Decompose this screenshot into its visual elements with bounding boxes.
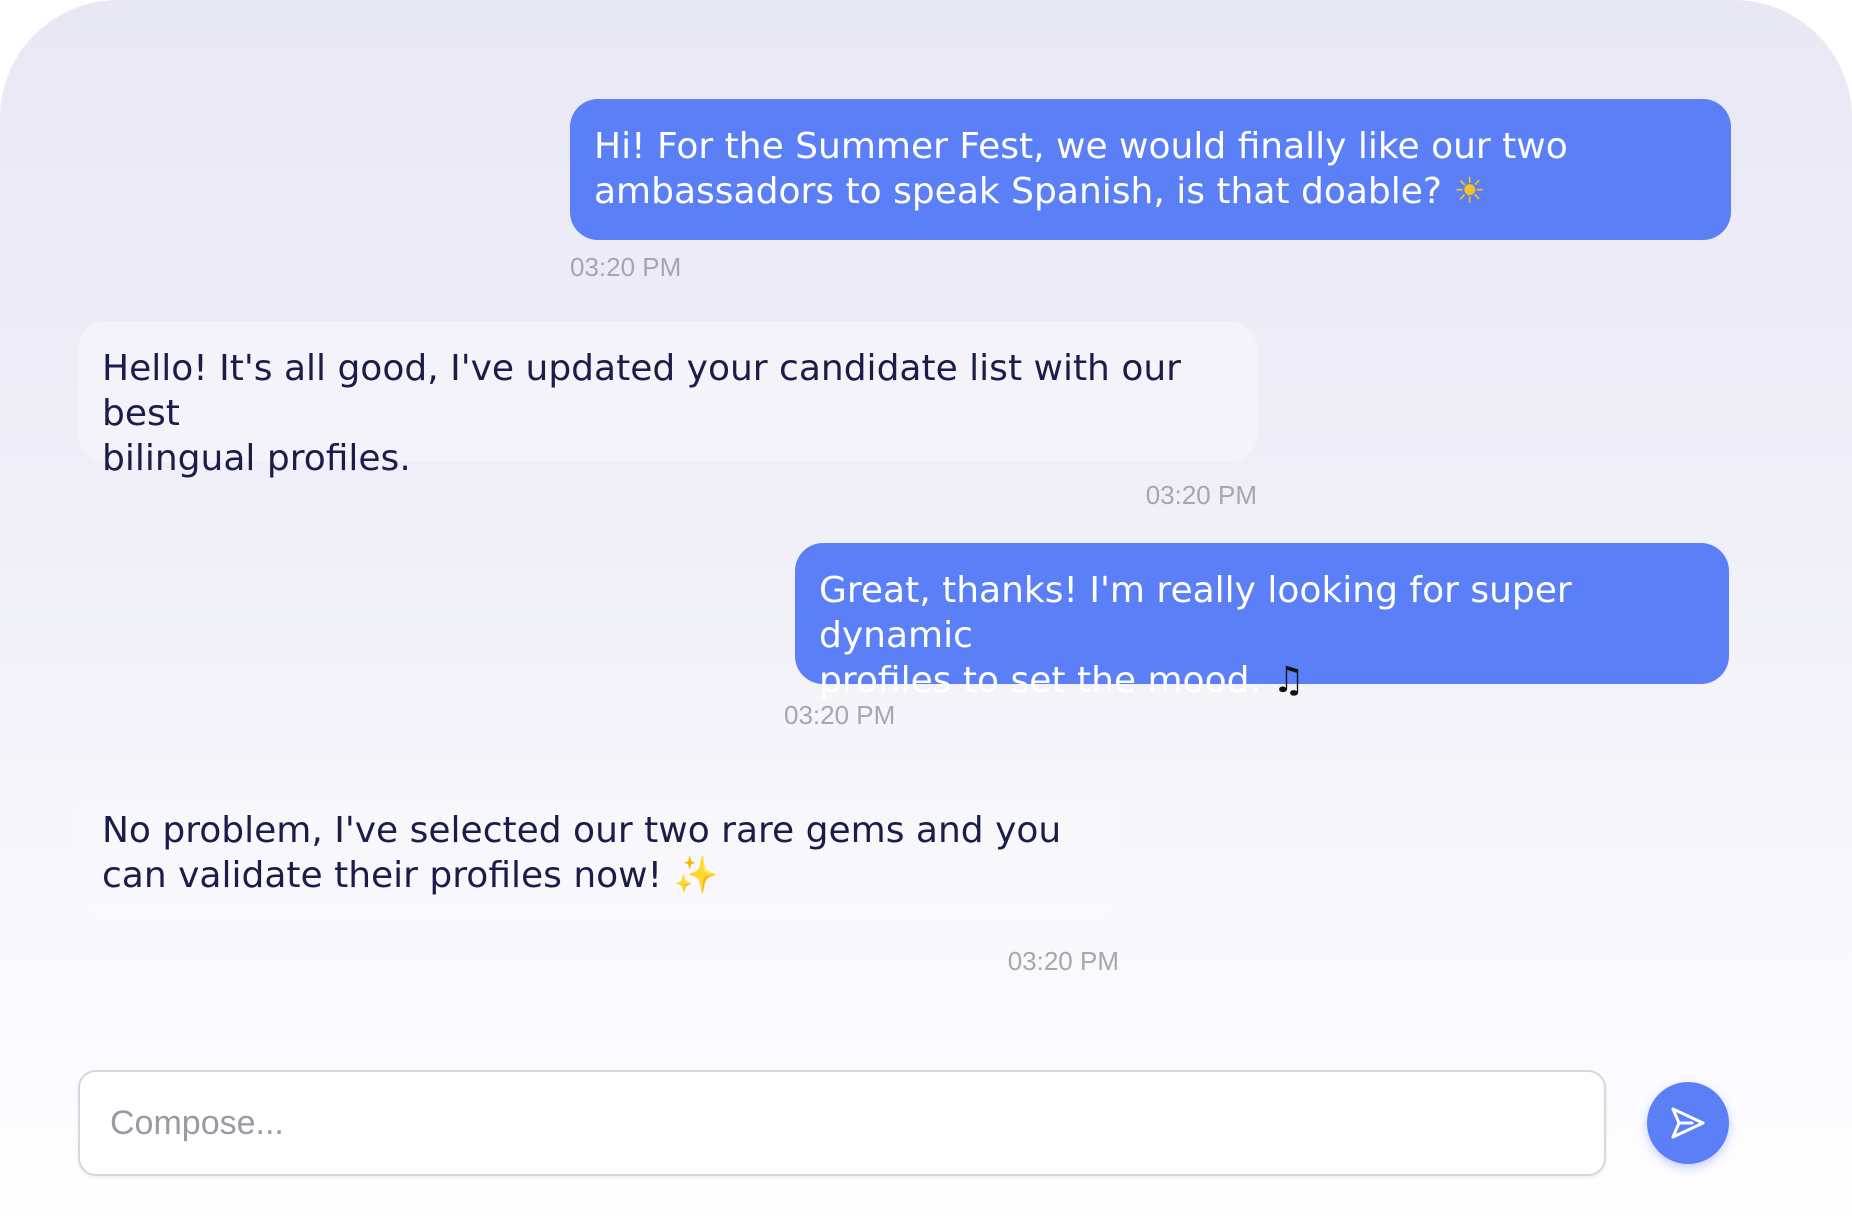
message-timestamp: 03:20 PM (570, 252, 682, 282)
send-button[interactable] (1647, 1082, 1729, 1164)
compose-input[interactable] (108, 1102, 1604, 1144)
message-timestamp: 03:20 PM (1145, 480, 1257, 510)
message-bubble-incoming: Hello! It's all good, I've updated your … (78, 321, 1257, 479)
message-bubble-outgoing: Great, thanks! I'm really looking for su… (795, 543, 1729, 701)
compose-field[interactable] (78, 1070, 1606, 1176)
message-bubble-incoming: No problem, I've selected our two rare g… (78, 783, 1119, 924)
sparkles-emoji-icon: ✨ (673, 855, 719, 896)
send-icon (1671, 1107, 1705, 1139)
sun-emoji-icon: ☀ (1453, 171, 1486, 212)
message-text: Hi! For the Summer Fest, we would finall… (594, 126, 1568, 212)
music-notes-emoji-icon: ♫ (1272, 660, 1305, 701)
message-text: Hello! It's all good, I've updated your … (102, 348, 1181, 479)
message-timestamp: 03:20 PM (1007, 946, 1119, 976)
message-timestamp: 03:20 PM (784, 700, 896, 730)
message-bubble-outgoing: Hi! For the Summer Fest, we would finall… (570, 99, 1731, 240)
chat-panel: Hi! For the Summer Fest, we would finall… (0, 0, 1852, 1231)
message-text: No problem, I've selected our two rare g… (102, 810, 1062, 896)
message-text: Great, thanks! I'm really looking for su… (819, 570, 1572, 701)
